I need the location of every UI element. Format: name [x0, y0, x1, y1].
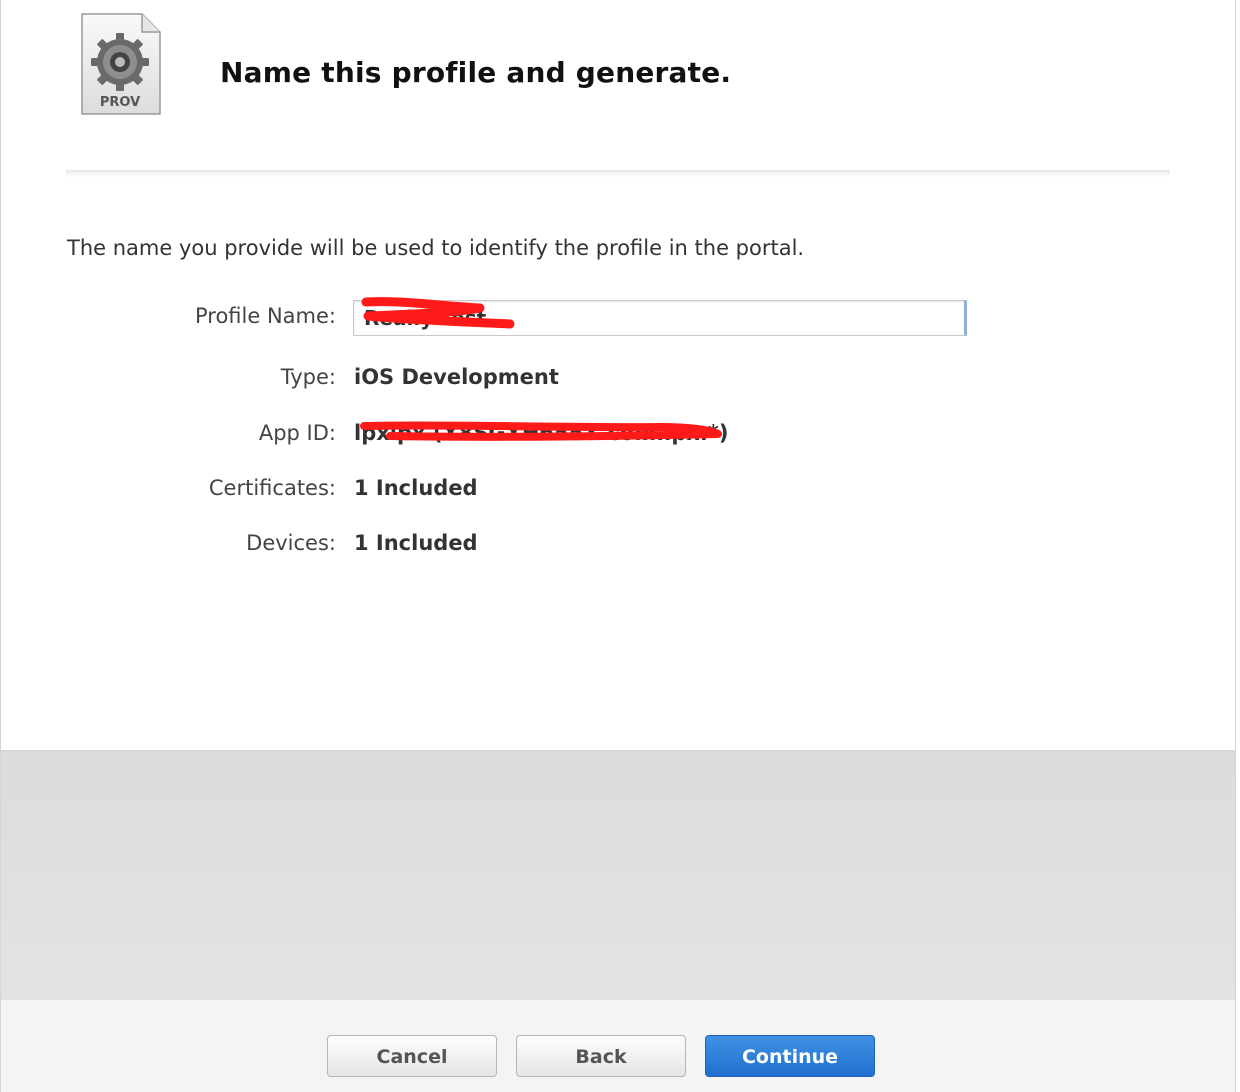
intro-text: The name you provide will be used to ide… [67, 236, 805, 260]
devices-label: Devices: [246, 531, 336, 555]
certificates-value: 1 Included [354, 476, 478, 500]
certificates-row: Certificates: 1 Included [0, 468, 1000, 508]
provisioning-profile-icon: PROV [80, 12, 162, 116]
header-divider [66, 170, 1170, 177]
gear-icon [91, 33, 149, 91]
certificates-label: Certificates: [208, 476, 336, 500]
type-label: Type: [280, 365, 336, 389]
prov-icon-label: PROV [100, 95, 140, 110]
app-id-row: App ID: lpxlpx (X8SGXH655X.com.lpx.*) [0, 413, 1000, 453]
app-id-label: App ID: [258, 421, 336, 445]
cancel-button[interactable]: Cancel [327, 1035, 497, 1077]
back-button[interactable]: Back [516, 1035, 686, 1077]
profile-name-input[interactable] [353, 300, 967, 336]
type-row: Type: iOS Development [0, 357, 1000, 397]
app-id-value: lpxlpx (X8SGXH655X.com.lpx.*) [354, 421, 729, 445]
devices-value: 1 Included [354, 531, 478, 555]
profile-name-label: Profile Name: [194, 304, 336, 328]
type-value: iOS Development [354, 365, 559, 389]
page-title: Name this profile and generate. [220, 56, 732, 89]
continue-button[interactable]: Continue [705, 1035, 875, 1077]
gray-panel [1, 750, 1235, 1002]
devices-row: Devices: 1 Included [0, 523, 1000, 563]
